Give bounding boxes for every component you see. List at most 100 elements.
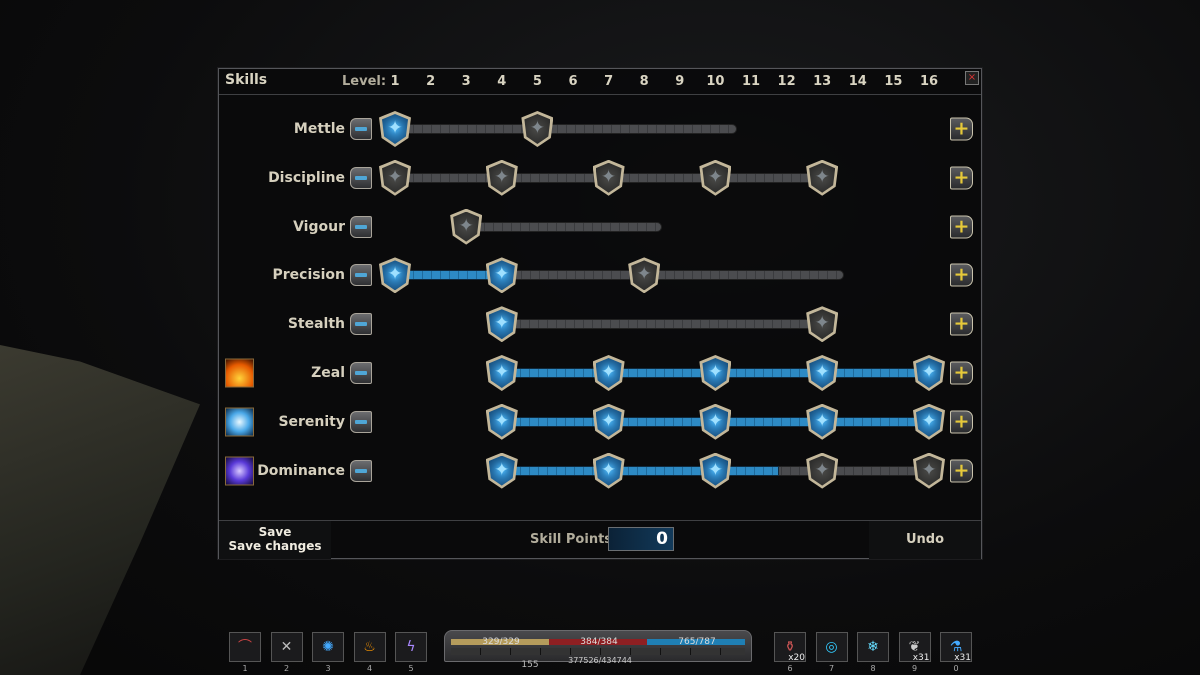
experience-bar — [451, 648, 745, 655]
skill-node-dominance-level-4[interactable]: ✦ — [485, 452, 518, 489]
skill-node-stealth-level-13[interactable]: ✦ — [806, 306, 839, 343]
skill-node-vigour-level-3[interactable]: ✦ — [450, 208, 483, 245]
skill-node-discipline-level-7[interactable]: ✦ — [592, 159, 625, 196]
close-button[interactable]: × — [965, 71, 979, 85]
increase-serenity-button[interactable]: + — [950, 410, 973, 434]
skill-node-serenity-level-4[interactable]: ✦ — [485, 403, 518, 440]
fire-icon: ♨ — [363, 639, 376, 655]
level-header-6: 6 — [568, 74, 578, 89]
star-icon: ✦ — [494, 312, 510, 334]
star-icon: ✦ — [814, 361, 830, 383]
decrease-discipline-button[interactable] — [350, 166, 372, 189]
skill-points-value: 0 — [608, 527, 674, 551]
level-label: Level: — [342, 74, 387, 89]
star-icon: ✦ — [494, 166, 510, 188]
hotkey-label: 1 — [242, 664, 248, 673]
decrease-stealth-button[interactable] — [350, 313, 372, 336]
increase-precision-button[interactable]: + — [950, 263, 973, 287]
level-header-16: 16 — [919, 74, 939, 89]
skill-name-discipline: Discipline — [268, 169, 345, 186]
level-header-7: 7 — [604, 74, 614, 89]
skill-node-precision-level-4[interactable]: ✦ — [485, 257, 518, 294]
frost-burst-icon: ✺ — [322, 639, 334, 655]
skill-node-zeal-level-16[interactable]: ✦ — [913, 355, 945, 391]
panel-header: Skills Level: 1 2 3 4 5 6 7 8 9 10 11 12 13 14 15 16 × — [219, 69, 981, 95]
star-icon: ✦ — [601, 459, 617, 481]
level-header-4: 4 — [497, 74, 507, 89]
increase-discipline-button[interactable]: + — [950, 166, 973, 190]
skill-node-zeal-level-7[interactable]: ✦ — [592, 355, 625, 391]
skill-progress-dominance — [501, 465, 780, 476]
star-icon: ✦ — [494, 361, 510, 383]
skill-node-serenity-level-13[interactable]: ✦ — [806, 403, 839, 440]
star-icon: ✦ — [707, 361, 723, 383]
decrease-precision-button[interactable] — [350, 264, 372, 287]
skill-progress-precision — [395, 270, 502, 281]
star-icon: ✦ — [494, 264, 510, 286]
skill-node-zeal-level-10[interactable]: ✦ — [699, 355, 732, 391]
item-count: x31 — [954, 653, 971, 663]
skill-node-discipline-level-4[interactable]: ✦ — [485, 159, 518, 196]
hotbar-slot-5[interactable]: ϟ — [395, 632, 427, 662]
hotbar-slot-4[interactable]: ♨ — [353, 632, 386, 662]
snowflake-rune-icon: ❄ — [867, 639, 879, 655]
skill-name-vigour: Vigour — [293, 218, 345, 235]
star-icon: ✦ — [707, 166, 723, 188]
increase-dominance-button[interactable]: + — [950, 459, 973, 483]
lightning-icon: ϟ — [406, 639, 416, 655]
increase-vigour-button[interactable]: + — [950, 215, 973, 239]
decrease-serenity-button[interactable] — [350, 410, 372, 433]
increase-zeal-button[interactable]: + — [950, 361, 973, 385]
skill-node-serenity-level-7[interactable]: ✦ — [592, 403, 625, 440]
decrease-mettle-button[interactable] — [350, 118, 372, 140]
stamina-bar: 329/329 — [451, 637, 549, 647]
level-header-15: 15 — [884, 74, 903, 89]
hotbar-slot-3[interactable]: ✺ — [312, 632, 344, 662]
hotkey-label: 5 — [408, 664, 414, 673]
skill-node-discipline-level-13[interactable]: ✦ — [806, 159, 839, 196]
star-icon: ✦ — [921, 361, 937, 383]
star-icon: ✦ — [601, 410, 617, 432]
skill-node-zeal-level-4[interactable]: ✦ — [485, 355, 518, 391]
decrease-dominance-button[interactable] — [350, 459, 372, 482]
increase-stealth-button[interactable]: + — [950, 312, 973, 336]
star-icon: ✦ — [707, 459, 723, 481]
hotbar-slot-6[interactable]: ⚱ x20 — [774, 632, 806, 663]
skill-node-serenity-level-16[interactable]: ✦ — [913, 403, 945, 440]
hotbar-slot-8[interactable]: ❄ — [857, 632, 889, 662]
skill-node-dominance-level-7[interactable]: ✦ — [592, 452, 625, 489]
save-button[interactable]: Save Save changes — [219, 521, 331, 559]
hotbar-slot-1[interactable]: ⌒ — [229, 632, 261, 662]
mana-text: 765/787 — [678, 637, 716, 647]
hotbar-slot-2[interactable]: ✕ — [270, 632, 303, 662]
undo-button[interactable]: Undo — [869, 521, 981, 559]
skill-node-serenity-level-10[interactable]: ✦ — [699, 403, 732, 440]
skill-node-discipline-level-10[interactable]: ✦ — [699, 159, 732, 196]
hotbar-slot-0[interactable]: ⚗ x31 — [940, 632, 972, 663]
stamina-text: 329/329 — [482, 637, 520, 647]
skill-node-precision-level-8[interactable]: ✦ — [628, 257, 661, 294]
skill-node-zeal-level-13[interactable]: ✦ — [806, 355, 839, 391]
hotbar-slot-7[interactable]: ◎ — [815, 632, 848, 662]
skill-name-precision: Precision — [272, 267, 345, 284]
skill-node-mettle-level-5[interactable]: ✦ — [521, 111, 554, 147]
skill-node-dominance-level-10[interactable]: ✦ — [699, 452, 732, 489]
skill-node-mettle-level-1[interactable]: ✦ — [379, 111, 411, 147]
star-icon: ✦ — [387, 166, 403, 188]
level-header-9: 9 — [675, 74, 685, 89]
hotbar-slot-9[interactable]: ❦ x31 — [898, 632, 931, 663]
star-icon: ✦ — [494, 410, 510, 432]
decrease-zeal-button[interactable] — [350, 362, 372, 384]
hotkey-label: 2 — [283, 664, 290, 673]
skill-node-dominance-level-16[interactable]: ✦ — [913, 452, 945, 489]
skill-node-precision-level-1[interactable]: ✦ — [379, 257, 411, 294]
skill-node-stealth-level-4[interactable]: ✦ — [485, 306, 518, 343]
level-header-8: 8 — [639, 74, 649, 89]
hotkey-label: 9 — [911, 664, 918, 673]
skill-node-dominance-level-13[interactable]: ✦ — [806, 452, 839, 489]
star-icon: ✦ — [814, 459, 830, 481]
increase-mettle-button[interactable]: + — [950, 117, 973, 141]
character-level: 155 — [521, 660, 539, 670]
decrease-vigour-button[interactable] — [350, 215, 372, 238]
skill-node-discipline-level-1[interactable]: ✦ — [379, 159, 411, 196]
